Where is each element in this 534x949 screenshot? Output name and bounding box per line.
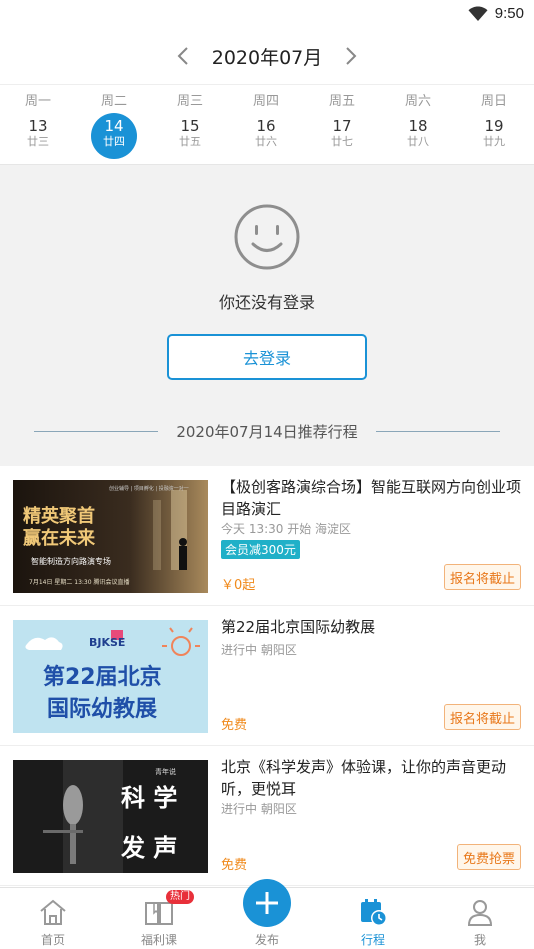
nav-welfare-course[interactable]: 热门 福利课 xyxy=(106,888,212,949)
chevron-right-icon xyxy=(346,47,357,65)
day-number: 18 xyxy=(408,117,428,135)
day-number: 19 xyxy=(484,117,504,135)
day-of-week: 周三 xyxy=(176,94,203,109)
status-bar: 9:50 xyxy=(0,0,534,30)
register-closing-button[interactable]: 报名将截止 xyxy=(443,704,521,730)
event-title: 北京《科学发声》体验课，让你的声音更动听，更悦耳 xyxy=(221,758,507,798)
day-number: 14 xyxy=(104,117,124,135)
day-cell[interactable]: 周日 19 廿九 xyxy=(456,85,532,165)
member-discount-badge: 会员减300元 xyxy=(221,540,300,559)
not-logged-in-message: 你还没有登录 xyxy=(218,293,315,312)
nav-itinerary[interactable]: 行程 xyxy=(320,888,426,949)
thumb-line1: 第22届北京 xyxy=(43,664,162,690)
next-month-button[interactable] xyxy=(336,41,366,71)
publish-button[interactable] xyxy=(243,879,291,927)
register-closing-button[interactable]: 报名将截止 xyxy=(443,564,521,590)
divider-line xyxy=(376,431,500,432)
calendar-clock-icon xyxy=(361,899,387,926)
recommend-header: 2020年07月14日推荐行程 xyxy=(0,396,534,466)
event-thumbnail: 青年说 科 学 发 声 xyxy=(13,760,208,873)
status-time: 9:50 xyxy=(494,5,524,22)
smiley-face-icon xyxy=(234,204,300,270)
login-prompt-section: 你还没有登录 去登录 xyxy=(0,164,534,396)
event-thumbnail-image: BJKSE 第22届北京 国际幼教展 xyxy=(13,620,208,733)
free-ticket-button[interactable]: 免费抢票 xyxy=(456,844,521,870)
day-cell[interactable]: 周三 15 廿五 xyxy=(152,85,228,165)
nav-label: 首页 xyxy=(40,933,65,947)
login-button[interactable]: 去登录 xyxy=(167,334,367,380)
hot-badge: 热门 xyxy=(166,890,194,904)
user-icon xyxy=(467,900,493,926)
thumb-logo: BJKSE xyxy=(89,636,125,649)
thumb-subtitle: 智能制造方向路演专场 xyxy=(31,556,111,566)
month-title: 2020年07月 xyxy=(211,46,323,69)
day-number: 16 xyxy=(256,117,276,135)
nav-home[interactable]: 首页 xyxy=(0,888,106,949)
lunar-date: 廿三 xyxy=(27,135,49,148)
plus-icon xyxy=(256,892,278,914)
event-thumbnail: BJKSE 第22届北京 国际幼教展 xyxy=(13,620,208,733)
event-price: ￥0起 xyxy=(221,578,256,593)
nav-label: 发布 xyxy=(254,933,279,947)
bottom-navigation: 首页 热门 福利课 发布 行程 我 xyxy=(0,879,534,949)
day-number: 15 xyxy=(180,117,200,135)
event-thumbnail-image: 青年说 科 学 发 声 xyxy=(13,760,208,873)
event-card[interactable]: 精英聚首 赢在未来 智能制造方向路演专场 创业辅导 | 项目孵化 | 投融资一对… xyxy=(0,466,534,606)
nav-publish[interactable]: 发布 xyxy=(214,879,320,949)
event-card[interactable]: 青年说 科 学 发 声 北京《科学发声》体验课，让你的声音更动听，更悦耳 进行中… xyxy=(0,746,534,886)
event-price: 免费 xyxy=(221,858,248,873)
event-title: 第22届北京国际幼教展 xyxy=(221,618,376,636)
thumb-char1: 科 学 xyxy=(121,784,177,812)
thumb-heading2: 赢在未来 xyxy=(23,527,96,549)
day-number: 13 xyxy=(28,117,48,135)
nav-me[interactable]: 我 xyxy=(427,888,533,949)
day-cell[interactable]: 周六 18 廿八 xyxy=(380,85,456,165)
home-icon xyxy=(40,899,66,925)
lunar-date: 廿八 xyxy=(407,135,429,148)
day-cell[interactable]: 周一 13 廿三 xyxy=(0,85,76,165)
thumb-heading1: 精英聚首 xyxy=(23,505,95,527)
day-of-week: 周五 xyxy=(328,94,355,109)
month-header: 2020年07月 xyxy=(0,34,534,78)
chevron-left-icon xyxy=(177,47,188,65)
event-thumbnail: 精英聚首 赢在未来 智能制造方向路演专场 创业辅导 | 项目孵化 | 投融资一对… xyxy=(13,480,208,593)
day-of-week: 周六 xyxy=(404,94,431,109)
event-meta: 进行中 朝阳区 xyxy=(221,802,297,816)
prev-month-button[interactable] xyxy=(168,41,198,71)
day-cell[interactable]: 周五 17 廿七 xyxy=(304,85,380,165)
lunar-date: 廿六 xyxy=(255,135,277,148)
wifi-icon xyxy=(468,6,488,21)
thumb-char2: 发 声 xyxy=(120,834,177,862)
day-cell[interactable]: 周四 16 廿六 xyxy=(228,85,304,165)
lunar-date: 廿九 xyxy=(483,135,505,148)
lunar-date: 廿七 xyxy=(331,135,353,148)
event-card[interactable]: BJKSE 第22届北京 国际幼教展 第22届北京国际幼教展 进行中 朝阳区 免… xyxy=(0,606,534,746)
event-meta: 今天 13:30 开始 海淀区 xyxy=(221,522,352,536)
nav-label: 福利课 xyxy=(140,933,177,947)
day-of-week: 周日 xyxy=(480,94,507,109)
thumb-brand: 青年说 xyxy=(155,767,176,776)
lunar-date: 廿四 xyxy=(103,135,125,148)
day-cell-selected[interactable]: 周二 14 廿四 xyxy=(76,85,152,165)
nav-label: 行程 xyxy=(360,933,385,947)
day-of-week: 周二 xyxy=(100,94,127,109)
event-thumbnail-image: 精英聚首 赢在未来 智能制造方向路演专场 创业辅导 | 项目孵化 | 投融资一对… xyxy=(13,480,208,593)
event-price: 免费 xyxy=(221,718,248,733)
thumb-line2: 国际幼教展 xyxy=(47,696,157,722)
day-of-week: 周四 xyxy=(252,94,279,109)
lunar-date: 廿五 xyxy=(179,135,201,148)
thumb-top-caption: 创业辅导 | 项目孵化 | 投融资一对一 xyxy=(109,485,189,492)
event-meta: 进行中 朝阳区 xyxy=(221,643,297,657)
day-number: 17 xyxy=(332,117,352,135)
event-title: 【极创客路演综合场】智能互联网方向创业项目路演汇 xyxy=(221,478,522,518)
thumb-bottom-caption: 7月14日 星期二 13:30 腾讯会议直播 xyxy=(29,578,129,586)
nav-label: 我 xyxy=(473,933,486,947)
week-strip: 周一 13 廿三 周二 14 廿四 周三 15 廿五 周四 16 廿六 周五 1… xyxy=(0,84,534,164)
day-of-week: 周一 xyxy=(24,94,51,109)
